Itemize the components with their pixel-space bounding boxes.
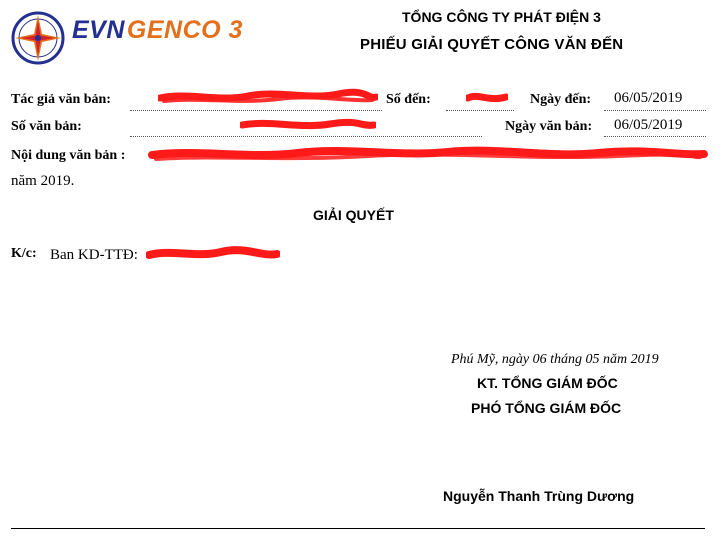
signer-title-line2: PHÓ TỔNG GIÁM ĐỐC	[471, 400, 622, 416]
doc-date-label: Ngày văn bản:	[505, 119, 593, 134]
kc-redaction	[146, 246, 280, 259]
evn-logo-icon	[11, 11, 65, 65]
author-label: Tác giả văn bản:	[11, 92, 111, 107]
brand-genco: GENCO 3	[126, 16, 243, 44]
bottom-divider	[11, 528, 705, 529]
doc-no-redaction	[240, 118, 376, 130]
incoming-date-value: 06/05/2019	[614, 90, 683, 106]
incoming-no-label: Số đến:	[386, 92, 431, 107]
resolution-heading: GIẢI QUYẾT	[313, 207, 394, 223]
doc-no-label: Số văn bản:	[11, 119, 82, 134]
doc-date-value: 06/05/2019	[614, 117, 683, 133]
signer-title-line1: KT. TỔNG GIÁM ĐỐC	[477, 375, 618, 391]
author-field	[130, 110, 382, 111]
incoming-no-redaction	[466, 92, 508, 103]
company-name: TỔNG CÔNG TY PHÁT ĐIỆN 3	[402, 9, 601, 25]
content-label: Nội dung văn bản :	[11, 148, 126, 163]
content-line2: năm 2019.	[11, 173, 75, 189]
incoming-date-field	[604, 110, 706, 111]
doc-no-field	[130, 136, 482, 137]
kc-label: K/c:	[11, 246, 37, 261]
incoming-no-field	[446, 110, 514, 111]
form-title: PHIẾU GIẢI QUYẾT CÔNG VĂN ĐẾN	[360, 36, 624, 53]
brand-wordmark: EVNGENCO 3	[72, 16, 243, 45]
incoming-date-label: Ngày đến:	[530, 92, 592, 107]
kc-value: Ban KD-TTĐ:	[50, 247, 138, 263]
author-redaction	[158, 88, 378, 103]
place-date: Phú Mỹ, ngày 06 tháng 05 năm 2019	[451, 352, 659, 367]
content-redaction	[148, 146, 708, 161]
signer-name: Nguyễn Thanh Trùng Dương	[443, 488, 635, 504]
doc-date-field	[604, 136, 706, 137]
brand-evn: EVN	[72, 16, 125, 44]
